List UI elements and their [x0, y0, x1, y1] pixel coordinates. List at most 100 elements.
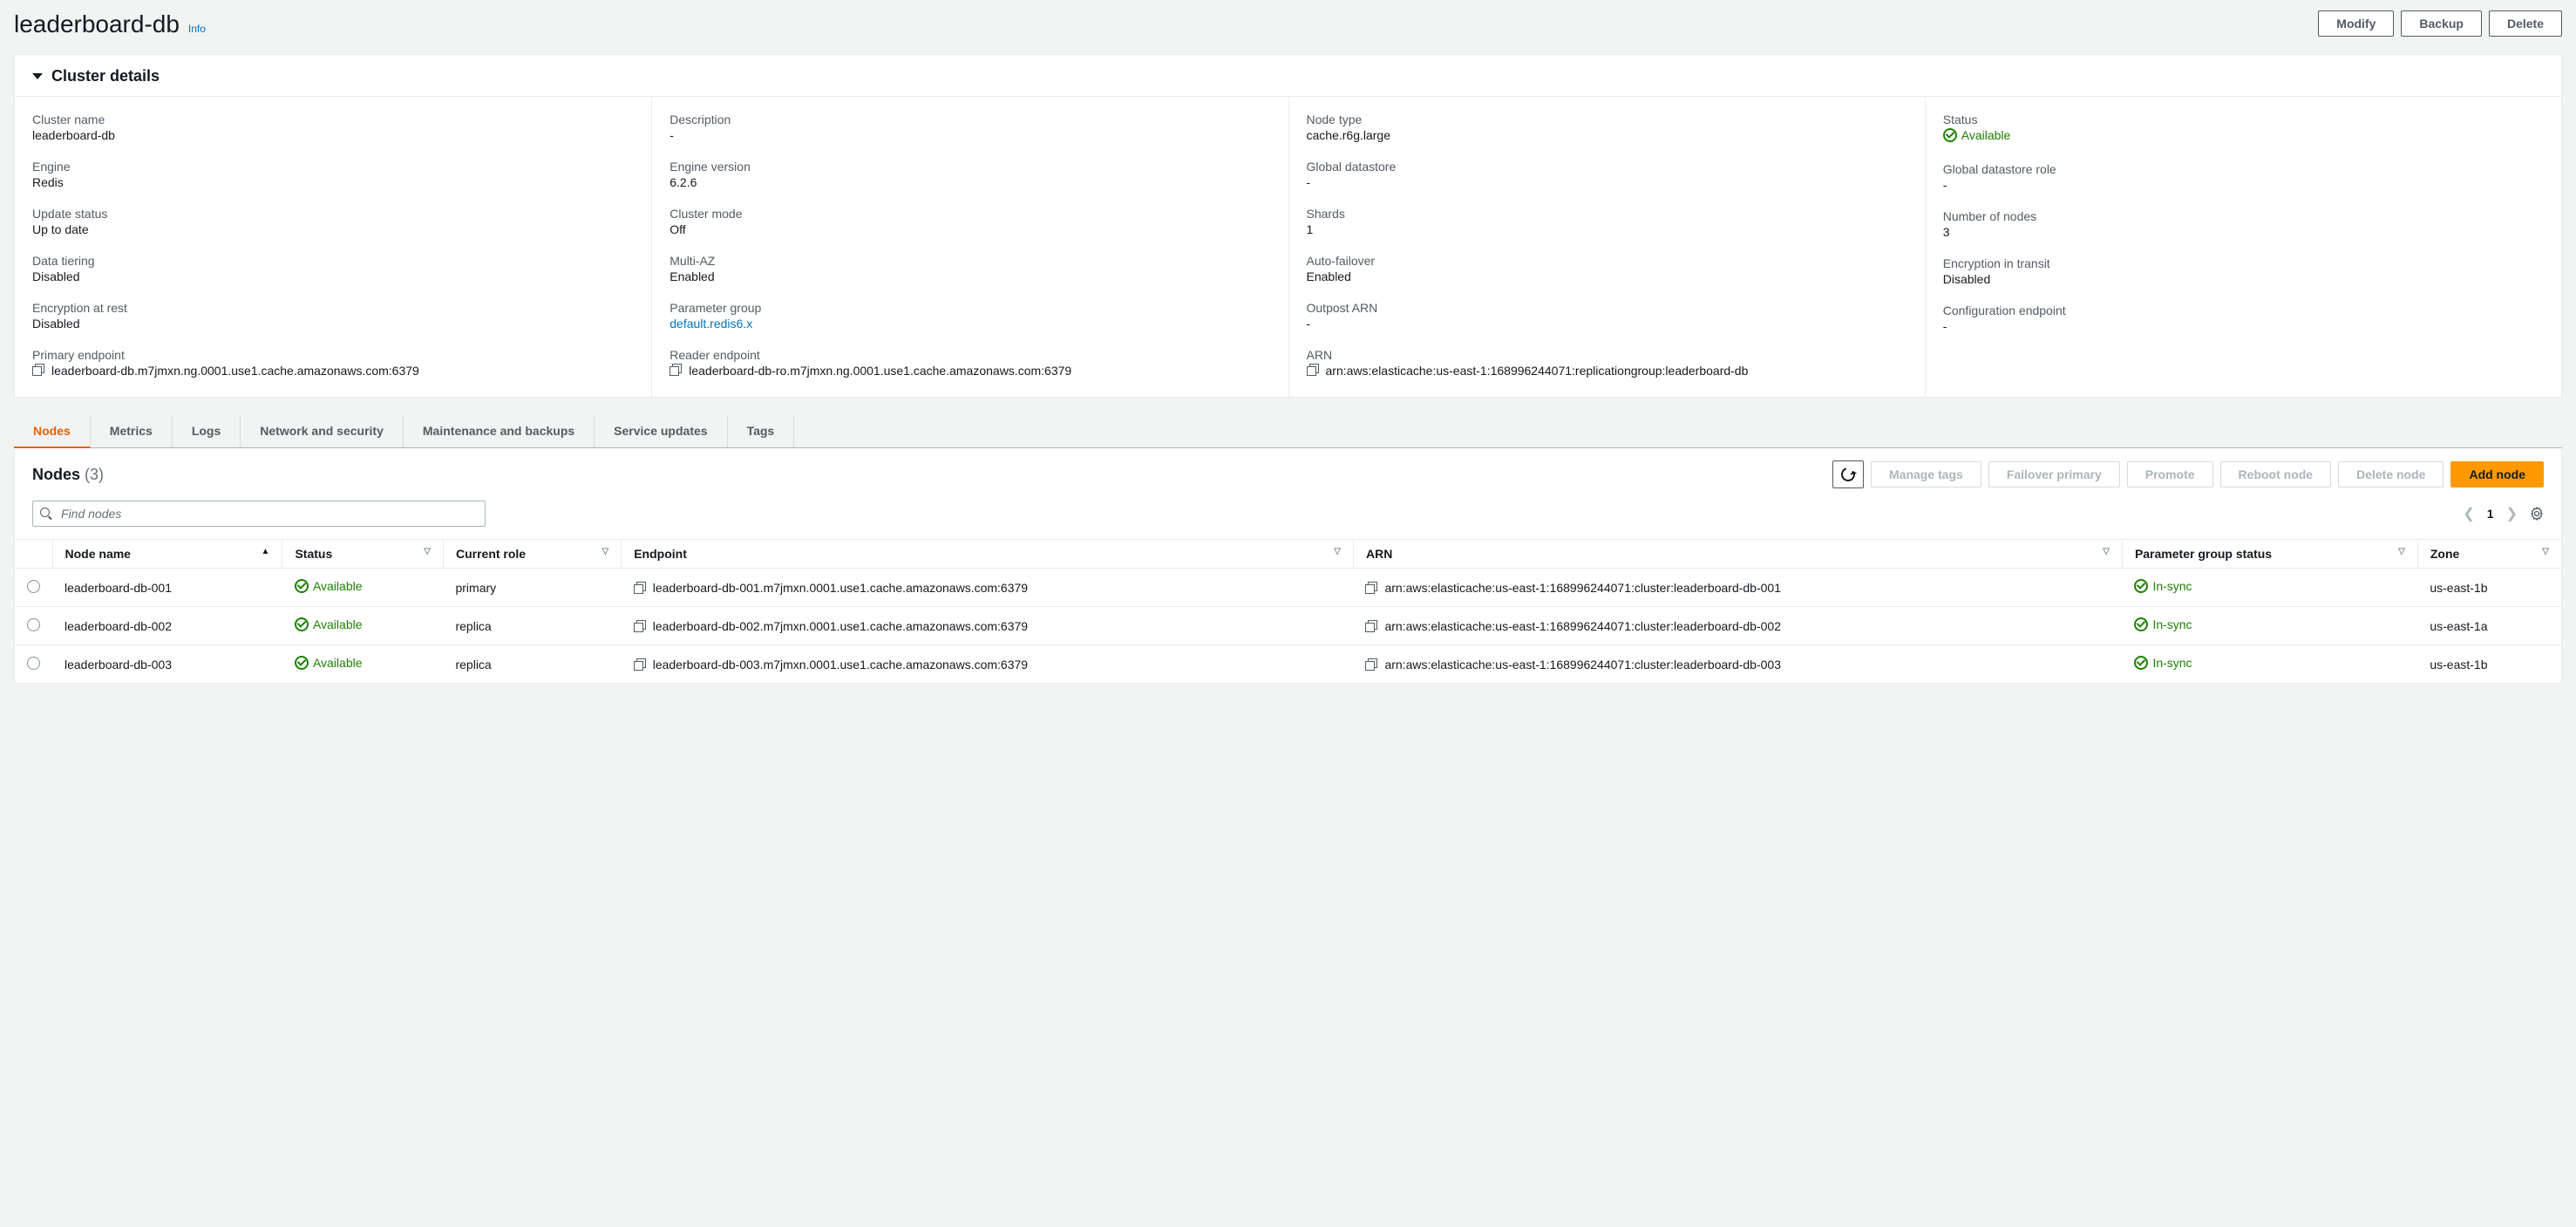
copy-icon[interactable] [634, 582, 646, 594]
copy-icon[interactable] [1365, 582, 1377, 594]
tab-service-updates[interactable]: Service updates [595, 415, 727, 447]
modify-button[interactable]: Modify [2318, 10, 2394, 37]
column-header[interactable]: ARN▽ [1353, 540, 2122, 569]
settings-icon[interactable] [2530, 507, 2544, 521]
failover-primary-button[interactable]: Failover primary [1988, 461, 2120, 487]
cell-pg-status: In-sync [2122, 645, 2417, 684]
nodes-table: Node name▲Status▽Current role▽Endpoint▽A… [15, 539, 2561, 683]
detail-item: StatusAvailable [1943, 112, 2544, 145]
detail-label: Update status [32, 207, 634, 221]
caret-down-icon [32, 73, 43, 79]
detail-label: Status [1943, 112, 2544, 126]
detail-item: ARNarn:aws:elasticache:us-east-1:1689962… [1307, 348, 1907, 378]
reboot-node-button[interactable]: Reboot node [2220, 461, 2332, 487]
row-radio[interactable] [27, 657, 40, 670]
details-column: Node typecache.r6g.largeGlobal datastore… [1288, 96, 1925, 397]
delete-node-button[interactable]: Delete node [2338, 461, 2443, 487]
cell-arn: arn:aws:elasticache:us-east-1:1689962440… [1353, 569, 2122, 607]
cell-node-name: leaderboard-db-002 [52, 607, 282, 645]
detail-item: Reader endpointleaderboard-db-ro.m7jmxn.… [669, 348, 1270, 378]
promote-button[interactable]: Promote [2127, 461, 2213, 487]
detail-item: Shards1 [1307, 207, 1907, 236]
tab-nodes[interactable]: Nodes [14, 415, 91, 448]
copy-icon[interactable] [634, 658, 646, 671]
next-page-icon[interactable]: ❯ [2506, 505, 2518, 522]
row-radio[interactable] [27, 580, 40, 593]
copy-icon[interactable] [1365, 620, 1377, 632]
tab-network-and-security[interactable]: Network and security [241, 415, 404, 447]
cell-endpoint: leaderboard-db-003.m7jmxn.0001.use1.cach… [622, 645, 1354, 684]
detail-item: Primary endpoint leaderboard-db.m7jmxn.ng… [32, 348, 634, 378]
backup-button[interactable]: Backup [2401, 10, 2482, 37]
detail-label: Parameter group [669, 301, 1270, 315]
search-icon [40, 508, 52, 520]
cell-pg-status: In-sync [2122, 569, 2417, 607]
copy-icon[interactable] [1365, 658, 1377, 671]
cell-zone: us-east-1b [2417, 645, 2561, 684]
detail-label: Multi-AZ [669, 254, 1270, 268]
detail-item: Global datastore role- [1943, 162, 2544, 192]
nodes-panel: Nodes (3) Manage tags Failover primary P… [14, 448, 2562, 684]
detail-item: Description- [669, 112, 1270, 142]
check-circle-icon [1943, 128, 1957, 142]
detail-item: Node typecache.r6g.large [1307, 112, 1907, 142]
info-link[interactable]: Info [188, 23, 206, 35]
detail-label: Cluster mode [669, 207, 1270, 221]
sort-icon: ▽ [1334, 547, 1341, 556]
details-column: Cluster nameleaderboard-dbEngineRedisUpd… [15, 96, 651, 397]
select-column-header [15, 540, 52, 569]
detail-item: Update statusUp to date [32, 207, 634, 236]
copy-icon[interactable] [32, 364, 44, 376]
sort-icon: ▽ [602, 547, 609, 556]
column-header[interactable]: Current role▽ [443, 540, 621, 569]
check-circle-icon [295, 656, 309, 670]
cluster-details-header[interactable]: Cluster details [15, 55, 2561, 96]
detail-value[interactable]: default.redis6.x [669, 317, 1270, 331]
tab-maintenance-and-backups[interactable]: Maintenance and backups [404, 415, 595, 447]
manage-tags-button[interactable]: Manage tags [1871, 461, 1981, 487]
detail-label: Primary endpoint [32, 348, 634, 362]
page-title: leaderboard-db [14, 10, 180, 38]
cell-endpoint: leaderboard-db-001.m7jmxn.0001.use1.cach… [622, 569, 1354, 607]
check-circle-icon [295, 579, 309, 593]
detail-label: Engine [32, 160, 634, 174]
search-input[interactable] [32, 501, 486, 527]
column-header[interactable]: Endpoint▽ [622, 540, 1354, 569]
detail-value: leaderboard-db.m7jmxn.ng.0001.use1.cache… [32, 364, 634, 378]
tab-metrics[interactable]: Metrics [91, 415, 173, 447]
table-row: leaderboard-db-003Availablereplicaleader… [15, 645, 2561, 684]
cell-role: primary [443, 569, 621, 607]
nodes-title: Nodes (3) [32, 466, 104, 484]
tab-logs[interactable]: Logs [173, 415, 241, 447]
cell-arn: arn:aws:elasticache:us-east-1:1689962440… [1353, 607, 2122, 645]
refresh-button[interactable] [1832, 460, 1864, 488]
column-header[interactable]: Node name▲ [52, 540, 282, 569]
detail-value: - [669, 128, 1270, 142]
copy-icon[interactable] [634, 620, 646, 632]
tab-tags[interactable]: Tags [728, 415, 795, 447]
detail-item: Parameter group default.redis6.x [669, 301, 1270, 331]
column-header[interactable]: Status▽ [282, 540, 444, 569]
detail-value: - [1307, 317, 1907, 331]
prev-page-icon[interactable]: ❮ [2463, 505, 2474, 522]
detail-item: Number of nodes3 [1943, 209, 2544, 239]
column-header[interactable]: Zone▽ [2417, 540, 2561, 569]
check-circle-icon [2134, 617, 2148, 631]
copy-icon[interactable] [669, 364, 682, 376]
search-box [32, 501, 486, 527]
check-circle-icon [2134, 656, 2148, 670]
cell-role: replica [443, 607, 621, 645]
cell-node-name: leaderboard-db-001 [52, 569, 282, 607]
nodes-title-text: Nodes [32, 466, 80, 483]
tabs: NodesMetricsLogsNetwork and securityMain… [14, 415, 2562, 448]
detail-item: Outpost ARN- [1307, 301, 1907, 331]
copy-icon[interactable] [1307, 364, 1319, 376]
delete-button[interactable]: Delete [2489, 10, 2562, 37]
row-radio[interactable] [27, 618, 40, 631]
page-number: 1 [2487, 507, 2494, 521]
refresh-icon [1839, 465, 1857, 483]
detail-label: Cluster name [32, 112, 634, 126]
column-header[interactable]: Parameter group status▽ [2122, 540, 2417, 569]
cluster-details-title: Cluster details [51, 67, 160, 85]
add-node-button[interactable]: Add node [2450, 461, 2544, 487]
